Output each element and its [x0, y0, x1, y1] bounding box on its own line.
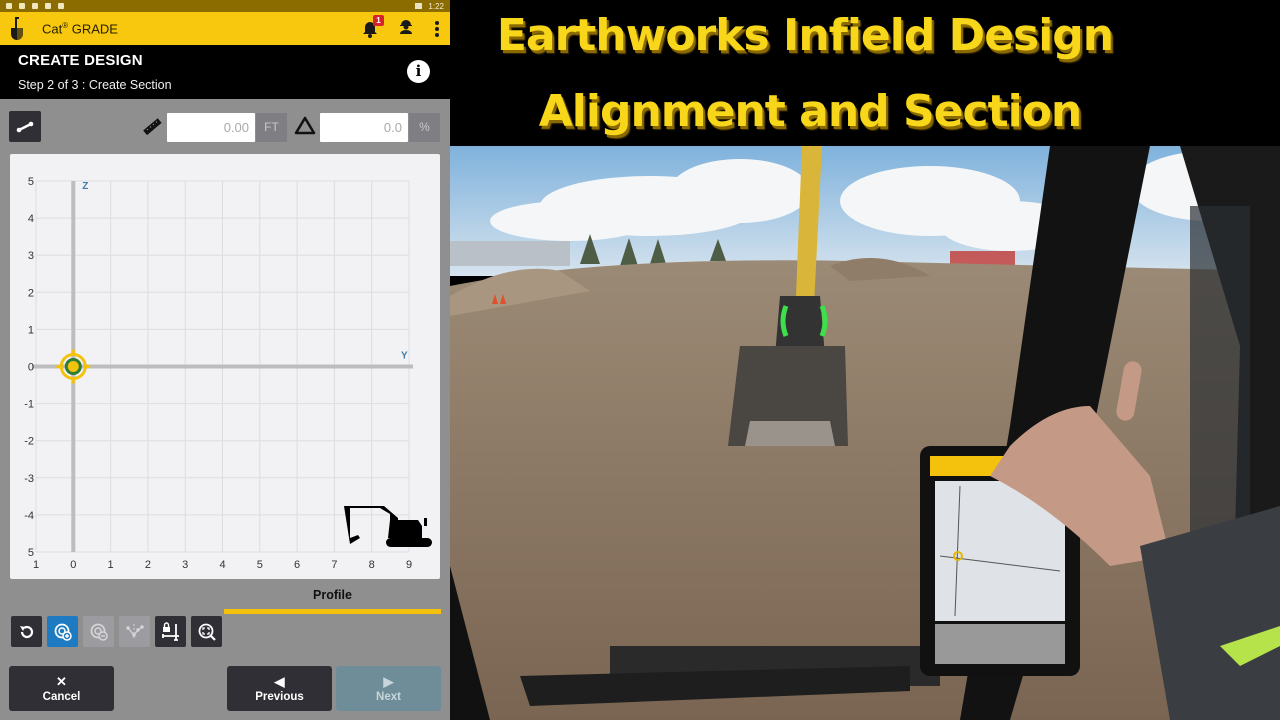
slope-unit: %	[409, 113, 440, 142]
line-segment-button[interactable]	[9, 111, 41, 142]
y-tick-label: 3	[28, 250, 34, 262]
x-tick-label: 8	[369, 559, 375, 571]
distance-input[interactable]: 0.00	[167, 113, 255, 142]
data-point	[64, 358, 82, 375]
x-tick-label: 0	[70, 559, 76, 571]
section-chart[interactable]: Z Y 1 0 1 2 3 4 5 6 7 8 9 5 4 3 2 1 0 -1 -2 -3 -4 5	[10, 154, 440, 579]
y-tick-label: 0	[28, 362, 34, 374]
chart-tools	[11, 616, 222, 647]
previous-button[interactable]: ◀ Previous	[227, 666, 332, 711]
video-title-line2: Alignment and Section	[538, 86, 1083, 137]
y-tick-label: -4	[24, 510, 34, 522]
close-icon: ✕	[56, 673, 67, 689]
distance-unit: FT	[256, 113, 287, 142]
cat-grade-app: 1:22 Cat® GRADE 1 CREATE DESIGN Step 2 o…	[0, 0, 450, 720]
x-tick-label: 5	[257, 559, 263, 571]
app-bar: Cat® GRADE 1	[0, 12, 450, 45]
y-tick-label: -2	[24, 436, 34, 448]
reset-icon	[19, 625, 33, 638]
y-tick-label: 5	[28, 176, 34, 188]
edit-points-icon	[125, 623, 144, 640]
page-header: CREATE DESIGN Step 2 of 3 : Create Secti…	[0, 45, 450, 99]
shovel-logo-icon	[8, 16, 26, 42]
z-axis-label: Z	[82, 181, 88, 192]
x-tick-label: 3	[182, 559, 188, 571]
more-vert-icon[interactable]	[434, 20, 440, 37]
distant-buildings	[450, 241, 570, 266]
arrow-right-icon: ▶	[383, 673, 394, 689]
video-panel: Earthworks Infield Design Alignment and …	[450, 0, 1280, 720]
add-point-button[interactable]	[47, 616, 78, 647]
input-toolbar: 0.00 FT 0.0 %	[0, 99, 450, 154]
y-tick-label: -1	[24, 399, 34, 411]
x-tick-label: 6	[294, 559, 300, 571]
section-chart-svg[interactable]: Z Y 1 0 1 2 3 4 5 6 7 8 9 5 4 3 2 1 0 -1 -2 -3 -4 5	[10, 154, 440, 579]
y-tick-label: -3	[24, 473, 34, 485]
remove-point-icon	[90, 623, 108, 641]
tab-indicator	[224, 609, 441, 614]
operator-button[interactable]	[398, 18, 414, 39]
zoom-fit-button[interactable]	[191, 616, 222, 647]
x-tick-label: 1	[33, 559, 39, 571]
arrow-left-icon: ◀	[274, 673, 285, 689]
y-tick-label: 5	[28, 547, 34, 559]
x-tick-label: 7	[331, 559, 337, 571]
video-title-banner: Earthworks Infield Design Alignment and …	[450, 0, 1280, 146]
reset-button[interactable]	[11, 616, 42, 647]
x-tick-label: 4	[219, 559, 225, 571]
slope-icon	[294, 116, 316, 141]
lock-extents-button[interactable]	[155, 616, 186, 647]
remove-point-button[interactable]	[83, 616, 114, 647]
y-tick-label: 4	[28, 213, 34, 225]
y-tick-label: 1	[28, 324, 34, 336]
next-button[interactable]: ▶ Next	[336, 666, 441, 711]
ruler-icon	[142, 117, 162, 142]
status-time: 1:22	[428, 1, 444, 11]
notification-badge: 1	[373, 14, 384, 26]
y-axis-label: Y	[401, 351, 408, 362]
cancel-button[interactable]: ✕ Cancel	[9, 666, 114, 711]
edit-points-button[interactable]	[119, 616, 150, 647]
zoom-fit-icon	[198, 623, 216, 641]
x-tick-label: 2	[145, 559, 151, 571]
operator-icon	[400, 20, 412, 34]
excavator-cab-view	[450, 146, 1280, 720]
x-tick-label: 1	[108, 559, 114, 571]
x-tick-label: 9	[406, 559, 412, 571]
status-bar: 1:22	[0, 0, 450, 12]
line-segment-icon	[16, 121, 34, 132]
tab-profile[interactable]: Profile	[224, 588, 441, 614]
app-title: Cat® GRADE	[42, 20, 118, 37]
video-title-line1: Earthworks Infield Design	[496, 10, 1114, 61]
lock-extents-icon	[161, 621, 179, 641]
slope-input[interactable]: 0.0	[320, 113, 408, 142]
page-title: CREATE DESIGN	[18, 52, 143, 69]
excavator-icon	[344, 506, 432, 547]
step-indicator: Step 2 of 3 : Create Section	[18, 78, 172, 92]
add-point-icon	[54, 623, 72, 641]
cast-icon	[415, 3, 423, 9]
y-tick-label: 2	[28, 287, 34, 299]
notifications-button[interactable]: 1	[362, 14, 384, 38]
status-icons	[6, 3, 64, 9]
info-icon[interactable]: i	[407, 60, 430, 83]
